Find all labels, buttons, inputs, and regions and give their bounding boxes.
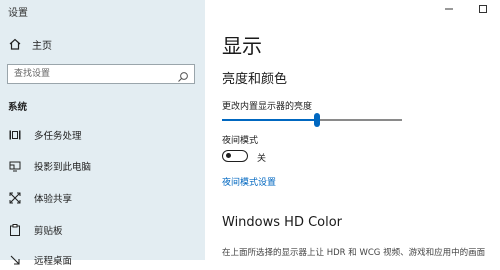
shared-experiences-icon xyxy=(8,191,22,205)
maximize-icon xyxy=(478,0,488,18)
section-title: 系统 xyxy=(8,102,28,113)
remote-desktop-icon xyxy=(8,253,22,267)
toggle-knob xyxy=(226,153,231,158)
night-light-settings-link[interactable]: 夜间模式设置 xyxy=(222,175,276,188)
multitasking-icon xyxy=(8,128,22,142)
sidebar: 设置 主页 系统 多任务处理 投影到此电脑 体验共享 剪贴板 xyxy=(0,0,205,267)
sidebar-item-label: 多任务处理 xyxy=(34,131,82,142)
night-light-label: 夜间模式 xyxy=(222,136,259,146)
window-controls xyxy=(432,0,500,16)
sidebar-item-label: 剪贴板 xyxy=(34,226,63,237)
search-input[interactable] xyxy=(8,65,185,83)
sidebar-item-label: 投影到此电脑 xyxy=(34,162,92,173)
slider-fill xyxy=(222,119,317,121)
project-icon xyxy=(8,159,22,173)
night-light-state: 关 xyxy=(257,154,267,164)
sidebar-item-remote-desktop[interactable]: 远程桌面 xyxy=(8,252,72,268)
app-title: 设置 xyxy=(8,8,28,19)
brightness-section-title: 亮度和颜色 xyxy=(222,72,288,87)
minimize-button[interactable] xyxy=(432,0,466,16)
clipboard-icon xyxy=(8,223,22,237)
search-icon[interactable] xyxy=(177,68,189,82)
search-box[interactable] xyxy=(7,64,195,84)
slider-thumb[interactable] xyxy=(314,113,320,127)
sidebar-home-label: 主页 xyxy=(32,40,52,52)
sidebar-item-clipboard[interactable]: 剪贴板 xyxy=(8,222,63,238)
sidebar-item-project[interactable]: 投影到此电脑 xyxy=(8,158,91,174)
sidebar-home[interactable]: 主页 xyxy=(8,36,52,52)
sidebar-item-label: 体验共享 xyxy=(34,194,73,205)
page-title: 显示 xyxy=(222,34,262,58)
maximize-button[interactable] xyxy=(466,0,500,16)
hd-color-description: 在上面所选择的显示器上让 HDR 和 WCG 视频、游戏和应用中的画面 xyxy=(222,248,486,258)
home-icon xyxy=(8,37,22,51)
sidebar-item-label: 远程桌面 xyxy=(34,256,73,267)
brightness-slider[interactable] xyxy=(222,113,402,127)
hd-color-title: Windows HD Color xyxy=(222,215,343,230)
sidebar-item-multitasking[interactable]: 多任务处理 xyxy=(8,127,82,143)
minimize-icon xyxy=(444,0,454,18)
brightness-label: 更改内置显示器的亮度 xyxy=(222,102,313,112)
sidebar-item-shared-experiences[interactable]: 体验共享 xyxy=(8,190,72,206)
night-light-toggle[interactable] xyxy=(222,150,248,162)
